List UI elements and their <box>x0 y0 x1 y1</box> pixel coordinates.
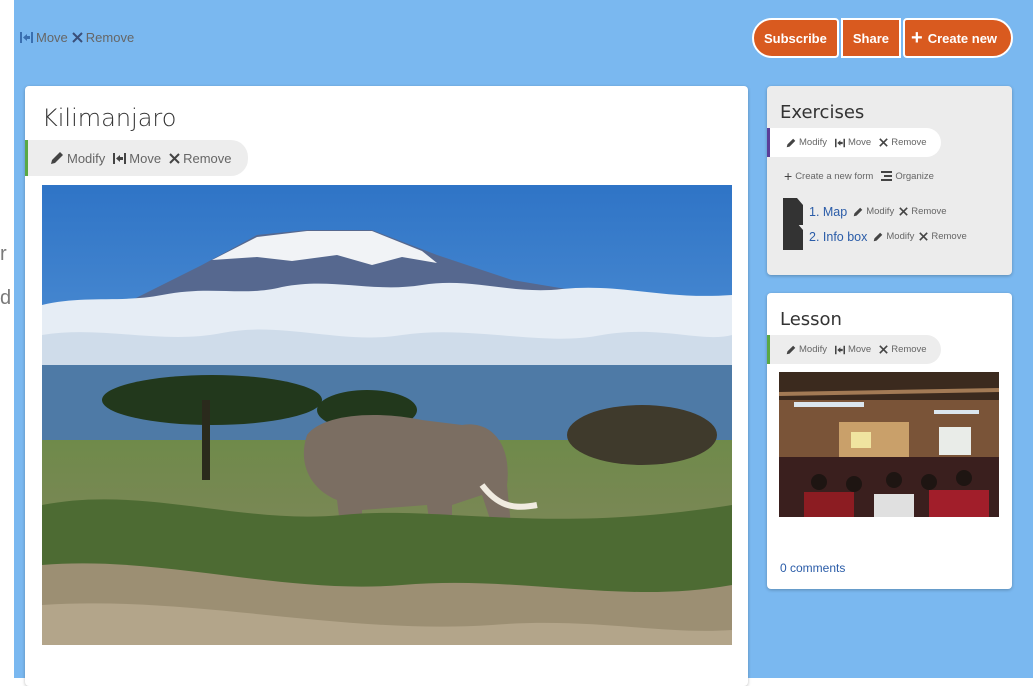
exercises-actions: + Create a new form Organize <box>784 168 934 184</box>
main-remove-label: Remove <box>183 150 232 166</box>
lesson-move-tool[interactable]: Move <box>834 344 872 355</box>
lesson-edit-toolbar: Modify Move Remove <box>767 335 941 364</box>
exercises-remove-tool[interactable]: Remove <box>879 137 927 148</box>
main-modify-label: Modify <box>67 150 106 166</box>
lesson-remove-tool[interactable]: Remove <box>879 344 927 355</box>
move-icon <box>113 152 127 164</box>
item-remove-tool[interactable]: Remove <box>919 231 967 242</box>
organize-link[interactable]: Organize <box>881 171 934 182</box>
item-modify-tool[interactable]: Modify <box>853 206 894 217</box>
lesson-modify-tool[interactable]: Modify <box>786 344 827 355</box>
lesson-title: Lesson <box>780 309 842 330</box>
organize-label: Organize <box>895 170 934 182</box>
lesson-modify-label: Modify <box>799 344 827 355</box>
close-icon <box>899 207 908 216</box>
lesson-card: Lesson Modify Move Remove 0 comments <box>767 293 1012 589</box>
main-content-card: Kilimanjaro Modify Move Remove <box>25 86 748 686</box>
exercises-edit-toolbar: Modify Move Remove <box>767 128 941 157</box>
exercises-card: Exercises Modify Move Remove + Create a … <box>767 86 1012 275</box>
comments-link[interactable]: 0 comments <box>780 561 845 575</box>
close-icon <box>169 152 180 164</box>
header-button-group: Subscribe Share + Create new <box>752 18 1014 58</box>
lesson-move-label: Move <box>847 344 872 355</box>
main-edit-toolbar: Modify Move Remove <box>25 140 248 176</box>
truncated-text-fragment: d <box>0 287 12 309</box>
exercises-move-label: Move <box>847 137 872 148</box>
pencil-icon <box>874 232 883 241</box>
close-icon <box>72 32 83 43</box>
truncated-text-fragment: r <box>0 243 7 265</box>
list-item: 1. Map Modify Remove <box>783 198 947 225</box>
close-icon <box>879 345 888 354</box>
list-item: 2. Info box Modify Remove <box>783 223 967 250</box>
create-form-link[interactable]: + Create a new form <box>784 168 873 184</box>
create-new-label: Create new <box>927 30 998 46</box>
pencil-icon <box>786 345 796 354</box>
organize-icon <box>881 171 893 181</box>
exercises-modify-tool[interactable]: Modify <box>786 137 827 148</box>
top-toolbar: Move Remove <box>20 30 134 45</box>
page-title: Kilimanjaro <box>42 104 177 132</box>
close-icon <box>879 138 888 147</box>
move-icon <box>20 32 33 43</box>
exercise-link[interactable]: 1. Map <box>809 205 847 219</box>
item-remove-label: Remove <box>911 206 947 217</box>
document-icon <box>783 198 803 225</box>
create-new-button[interactable]: + Create new <box>903 18 1014 58</box>
main-modify-tool[interactable]: Modify <box>50 151 105 166</box>
top-remove-tool[interactable]: Remove <box>72 30 134 45</box>
plus-icon: + <box>784 168 793 184</box>
top-move-label: Move <box>36 30 68 45</box>
exercises-title: Exercises <box>780 102 865 123</box>
main-remove-tool[interactable]: Remove <box>169 150 232 166</box>
share-button[interactable]: Share <box>840 18 901 58</box>
item-remove-tool[interactable]: Remove <box>899 206 947 217</box>
main-move-label: Move <box>129 150 162 166</box>
lesson-remove-label: Remove <box>891 344 927 355</box>
exercises-modify-label: Modify <box>799 137 827 148</box>
classroom-photo <box>779 372 999 517</box>
pencil-icon <box>853 207 863 216</box>
exercises-remove-label: Remove <box>891 137 927 148</box>
close-icon <box>919 232 929 241</box>
exercise-link[interactable]: 2. Info box <box>809 230 867 244</box>
plus-icon: + <box>911 27 923 49</box>
pencil-icon <box>786 138 796 147</box>
document-icon <box>783 223 803 250</box>
kilimanjaro-photo <box>42 185 732 645</box>
item-modify-label: Modify <box>866 206 895 217</box>
create-form-label: Create a new form <box>795 170 874 182</box>
pencil-icon <box>51 152 63 164</box>
main-move-tool[interactable]: Move <box>113 151 161 166</box>
subscribe-button[interactable]: Subscribe <box>752 18 839 58</box>
item-modify-label: Modify <box>886 231 915 242</box>
move-icon <box>834 345 845 354</box>
move-icon <box>834 138 845 147</box>
exercises-move-tool[interactable]: Move <box>834 137 872 148</box>
item-remove-label: Remove <box>931 231 967 242</box>
item-modify-tool[interactable]: Modify <box>873 231 914 242</box>
top-remove-label: Remove <box>85 30 135 45</box>
left-edge-strip: r d <box>0 0 14 678</box>
top-move-tool[interactable]: Move <box>20 30 68 45</box>
